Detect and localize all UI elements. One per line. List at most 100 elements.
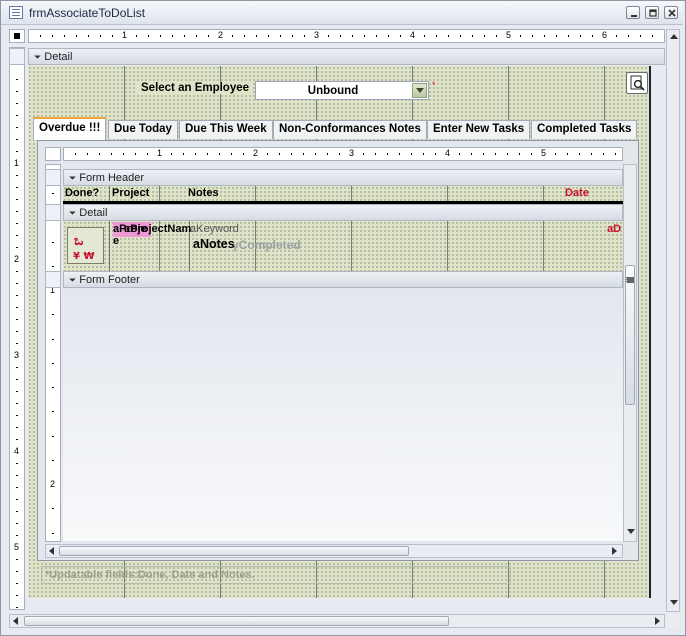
ruler-tick xyxy=(112,35,113,37)
detail-section-label: Detail xyxy=(44,51,73,63)
subform-detail-label: Detail xyxy=(79,207,108,219)
window-title: frmAssociateToDoList xyxy=(29,6,146,20)
ruler-tick xyxy=(328,35,329,37)
scroll-right-arrow-icon[interactable] xyxy=(655,617,660,625)
ruler-corner-selector[interactable] xyxy=(9,29,25,43)
print-preview-button[interactable] xyxy=(626,72,648,94)
form-footer-label: Form Footer xyxy=(79,274,140,286)
form-header-bar[interactable]: ⏷ Form Header xyxy=(63,169,623,186)
ruler-tick xyxy=(88,35,89,37)
ruler-tick xyxy=(147,153,148,155)
minimize-button[interactable] xyxy=(626,6,640,19)
ruler-tick xyxy=(339,153,340,155)
ruler-tick xyxy=(472,35,473,37)
ruler-tick xyxy=(16,247,18,248)
form-footer-bar[interactable]: ⏷ Form Footer xyxy=(63,271,623,288)
keyword-field[interactable]: aKeyword xyxy=(190,223,239,235)
combo-dropdown-button[interactable] xyxy=(412,83,427,98)
subform-horizontal-ruler: 1 2 3 4 5 xyxy=(63,147,623,161)
horizontal-ruler: 1 2 3 4 5 6 xyxy=(28,29,665,43)
project-field-label-wrap: e xyxy=(113,235,120,247)
tab-non-conformances-notes[interactable]: Non-Conformances Notes xyxy=(273,120,427,139)
ruler-tick xyxy=(16,343,18,344)
form-header-label: Form Header xyxy=(79,172,145,184)
ruler-tick xyxy=(16,559,18,560)
ruler-tick xyxy=(16,439,18,440)
subform-vertical-scrollbar[interactable] xyxy=(623,164,637,542)
ruler-tick xyxy=(532,35,533,37)
ruler-tick xyxy=(16,319,18,320)
subform-vscroll-thumb[interactable] xyxy=(625,265,635,405)
ruler-tick xyxy=(435,153,436,155)
ruler-tick xyxy=(52,265,54,267)
ruler-tick xyxy=(16,367,18,368)
detail-section-bar[interactable]: ⏷ Detail xyxy=(28,48,665,65)
project-name-field[interactable]: aProjectNam xyxy=(124,223,191,235)
scroll-up-arrow-icon[interactable] xyxy=(670,34,678,39)
size-grip[interactable] xyxy=(666,614,680,628)
ruler-tick xyxy=(16,595,18,596)
employee-combo-box[interactable]: Unbound xyxy=(255,81,429,100)
ruler-tick xyxy=(207,153,208,155)
ruler-tick xyxy=(16,103,18,104)
main-vertical-scrollbar[interactable] xyxy=(666,29,680,612)
footer-note-text: *Updatable fields:Done, Date and Notes. xyxy=(45,569,255,581)
ruler-tick xyxy=(460,35,461,37)
detail-section-selector[interactable] xyxy=(9,48,25,65)
form-footer-selector[interactable] xyxy=(45,271,61,288)
ruler-tick xyxy=(16,295,18,296)
restore-button[interactable] xyxy=(645,6,659,19)
ruler-tick xyxy=(244,35,245,37)
splitter-grip-icon[interactable] xyxy=(626,277,634,278)
ruler-tick xyxy=(579,153,580,155)
ruler-tick xyxy=(171,153,172,155)
subform-detail-bar[interactable]: ⏷ Detail xyxy=(63,204,623,221)
date-field[interactable]: aD xyxy=(607,223,621,235)
ruler-tick xyxy=(363,153,364,155)
ruler-tick xyxy=(483,153,484,155)
subform-empty-area xyxy=(63,289,623,541)
subform-horizontal-scrollbar[interactable] xyxy=(45,544,623,558)
ruler-tick xyxy=(16,583,18,584)
select-employee-label: Select an Employee xyxy=(137,82,254,94)
main-horizontal-scrollbar[interactable] xyxy=(9,614,665,628)
ruler-tick xyxy=(327,153,328,155)
tab-completed-tasks[interactable]: Completed Tasks xyxy=(531,120,638,139)
ruler-tick xyxy=(16,139,18,140)
ruler-tick xyxy=(16,151,18,152)
tab-due-today[interactable]: Due Today xyxy=(108,120,178,139)
subform-detail-selector[interactable] xyxy=(45,204,61,221)
title-bar: frmAssociateToDoList xyxy=(1,1,683,25)
subform-ruler-corner xyxy=(45,147,61,161)
ruler-tick xyxy=(268,35,269,37)
notes-field[interactable]: aNotes xyxy=(193,237,235,251)
form-header-selector[interactable] xyxy=(45,169,61,186)
ruler-tick xyxy=(340,35,341,37)
tab-due-this-week[interactable]: Due This Week xyxy=(179,120,273,139)
ruler-tick xyxy=(507,153,508,155)
scroll-left-arrow-icon[interactable] xyxy=(13,617,18,625)
ruler-tick xyxy=(196,35,197,37)
column-header-project: Project xyxy=(112,187,150,199)
completed-field[interactable]: yCompleted xyxy=(232,238,301,252)
tab-enter-new-tasks[interactable]: Enter New Tasks xyxy=(427,120,531,139)
ruler-tick xyxy=(603,153,604,155)
ruler-tick xyxy=(16,235,18,236)
ruler-tick xyxy=(16,115,18,116)
scroll-down-arrow-icon[interactable] xyxy=(670,600,678,605)
ruler-tick xyxy=(16,487,18,488)
tab-overdue[interactable]: Overdue !!! xyxy=(33,117,107,140)
scroll-right-arrow-icon[interactable] xyxy=(612,547,617,555)
ruler-tick xyxy=(52,411,54,413)
scroll-left-arrow-icon[interactable] xyxy=(49,547,54,555)
ruler-tick xyxy=(52,241,54,243)
main-hscroll-thumb[interactable] xyxy=(24,616,449,626)
subform-hscroll-thumb[interactable] xyxy=(59,546,409,556)
ruler-tick xyxy=(16,511,18,512)
scroll-down-arrow-icon[interactable] xyxy=(627,529,635,534)
close-button[interactable] xyxy=(664,6,678,19)
done-checkbox-control[interactable]: ಒ ¥ ₩ xyxy=(67,227,104,264)
ruler-tick xyxy=(135,153,136,155)
ruler-number: 2 xyxy=(218,30,224,40)
collapse-arrow-icon: ⏷ xyxy=(69,173,77,183)
